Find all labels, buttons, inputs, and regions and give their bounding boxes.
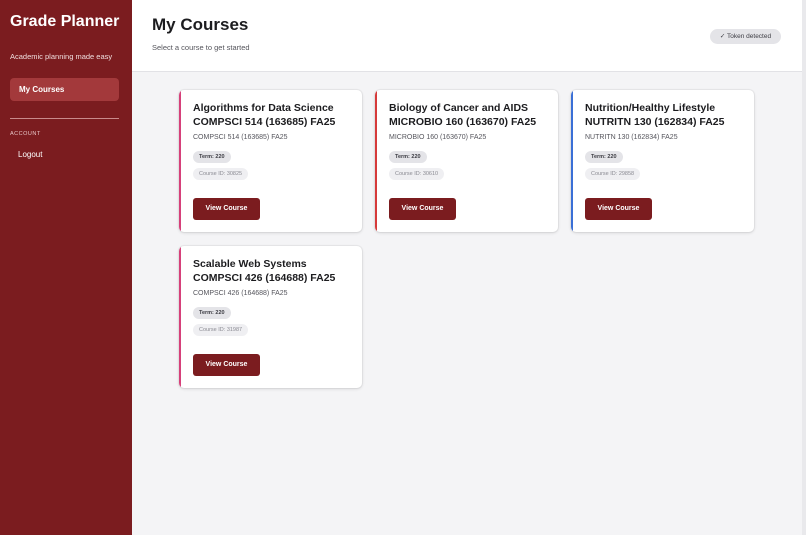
course-title: Algorithms for Data Science COMPSCI 514 … — [193, 102, 336, 128]
page-subtitle: Select a course to get started — [152, 43, 250, 52]
course-code: COMPSCI 514 (163685) FA25 — [193, 134, 288, 141]
course-id-badge: Course ID: 29858 — [585, 168, 641, 180]
view-course-button[interactable]: View Course — [389, 198, 456, 220]
course-card: Biology of Cancer and AIDS MICROBIO 160 … — [375, 90, 558, 232]
course-id-badge: Course ID: 30825 — [193, 168, 249, 180]
sidebar-item-logout[interactable]: Logout — [18, 150, 42, 159]
course-code: COMPSCI 426 (164688) FA25 — [193, 290, 288, 297]
course-title: Biology of Cancer and AIDS MICROBIO 160 … — [389, 102, 537, 128]
sidebar: Grade Planner Academic planning made eas… — [0, 0, 132, 535]
token-status-badge: ✓ Token detected — [710, 29, 781, 44]
app-title: Grade Planner — [10, 13, 120, 30]
view-course-button[interactable]: View Course — [193, 354, 260, 376]
page-title: My Courses — [152, 15, 249, 34]
course-card: Nutrition/Healthy Lifestyle NUTRITN 130 … — [571, 90, 754, 232]
course-code: NUTRITN 130 (162834) FA25 — [585, 134, 678, 141]
app-tagline: Academic planning made easy — [10, 52, 113, 61]
term-badge: Term: 220 — [193, 151, 231, 163]
sidebar-divider — [10, 118, 119, 119]
course-card: Algorithms for Data Science COMPSCI 514 … — [179, 90, 362, 232]
sidebar-section-label: ACCOUNT — [10, 131, 41, 137]
course-code: MICROBIO 160 (163670) FA25 — [389, 134, 487, 141]
term-badge: Term: 220 — [193, 307, 231, 319]
course-id-badge: Course ID: 31987 — [193, 324, 249, 336]
scrollbar-track[interactable] — [802, 0, 806, 535]
course-title: Scalable Web Systems COMPSCI 426 (164688… — [193, 258, 336, 284]
course-accent-bar — [179, 246, 181, 388]
page-header: My Courses Select a course to get starte… — [132, 0, 802, 72]
course-accent-bar — [571, 90, 573, 232]
term-badge: Term: 220 — [585, 151, 623, 163]
course-card: Scalable Web Systems COMPSCI 426 (164688… — [179, 246, 362, 388]
view-course-button[interactable]: View Course — [193, 198, 260, 220]
view-course-button[interactable]: View Course — [585, 198, 652, 220]
term-badge: Term: 220 — [389, 151, 427, 163]
sidebar-item-my-courses[interactable]: My Courses — [10, 78, 119, 101]
course-title: Nutrition/Healthy Lifestyle NUTRITN 130 … — [585, 102, 725, 128]
course-id-badge: Course ID: 30610 — [389, 168, 445, 180]
course-accent-bar — [179, 90, 181, 232]
course-accent-bar — [375, 90, 377, 232]
